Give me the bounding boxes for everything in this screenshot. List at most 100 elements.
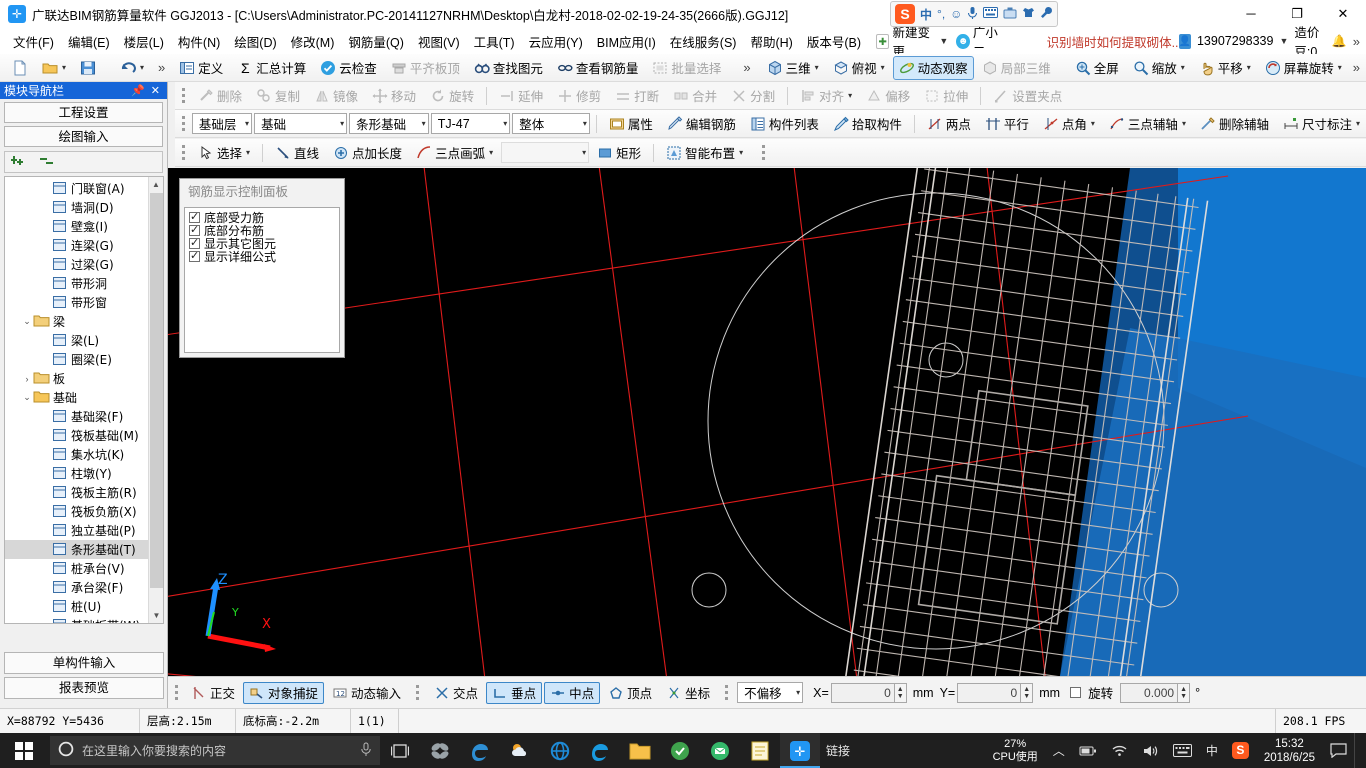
merge-button[interactable]: 合并 — [667, 84, 723, 108]
midpoint-snap-button[interactable]: 中点 — [544, 681, 601, 704]
point-angle-chevron-down-icon[interactable]: ▾ — [1091, 119, 1095, 128]
menu-component[interactable]: 构件(N) — [171, 29, 227, 54]
menu-bim-app[interactable]: BIM应用(I) — [590, 29, 663, 54]
tree-item-4[interactable]: 过梁(G) — [5, 255, 150, 274]
battery-icon[interactable] — [1072, 745, 1104, 757]
expand-all-icon[interactable] — [11, 154, 31, 171]
show-other-elements-checkbox[interactable] — [189, 236, 200, 249]
orbit-button[interactable]: 动态观察 — [892, 55, 974, 80]
x-offset-input[interactable]: 0 — [830, 682, 895, 703]
keyboard-icon[interactable] — [1166, 744, 1199, 757]
properties-button[interactable]: 属性 — [603, 112, 659, 136]
ime-cn-icon[interactable]: 中 — [1199, 742, 1225, 759]
toolbar3-drag-grip[interactable] — [181, 116, 186, 131]
view-rebar-qty-button[interactable]: 查看钢筋量 — [551, 56, 645, 80]
line-button[interactable]: 直线 — [269, 141, 325, 165]
rotate-spinner[interactable]: ▲ ▼ — [1178, 682, 1191, 703]
top-view-chevron-down-icon[interactable]: ▾ — [881, 63, 885, 72]
chevron-down-icon[interactable]: ⌄ — [21, 316, 33, 327]
stretch-button[interactable]: 拉伸 — [918, 84, 974, 108]
tree-item-11[interactable]: ⌄ 基础 — [5, 388, 150, 407]
file-explorer-icon[interactable] — [620, 733, 660, 768]
split-button[interactable]: 分割 — [725, 84, 781, 108]
zoom-chevron-down-icon[interactable]: ▾ — [1181, 63, 1185, 72]
menu-cloud-app[interactable]: 云应用(Y) — [522, 29, 590, 54]
extend-button[interactable]: 延伸 — [493, 84, 549, 108]
menu-rebar-qty[interactable]: 钢筋量(Q) — [341, 29, 411, 54]
tree-item-12[interactable]: 基础梁(F) — [5, 407, 150, 426]
pin-icon[interactable]: 📌 — [128, 84, 148, 97]
tree-item-8[interactable]: 梁(L) — [5, 331, 150, 350]
define-button[interactable]: 定义 — [173, 56, 229, 80]
tree-item-6[interactable]: 带形窗 — [5, 293, 150, 312]
screen-rotate-chevron-down-icon[interactable]: ▾ — [1338, 63, 1342, 72]
sogou-tray-icon[interactable]: S — [1225, 742, 1256, 759]
tree-item-5[interactable]: 带形洞 — [5, 274, 150, 293]
tree-item-14[interactable]: 集水坑(K) — [5, 445, 150, 464]
account-chevron-down-icon[interactable]: ▼ — [1279, 36, 1288, 46]
select-floor-button[interactable]: 选择楼层 — [1360, 56, 1366, 80]
snapbar-grip-2[interactable] — [415, 685, 420, 700]
drawing-canvas[interactable]: 钢筋显示控制面板 底部受力筋 底部分布筋 显示其它图元 显示详细公式 — [168, 168, 1366, 676]
x-offset-spinner[interactable]: ▲ ▼ — [894, 682, 907, 703]
dynamic-input-button[interactable]: 12 动态输入 — [326, 682, 407, 704]
rectangle-button[interactable]: 矩形 — [591, 141, 647, 165]
ime-voice-icon[interactable] — [967, 6, 978, 23]
menubar-overflow-icon[interactable]: » — [1353, 34, 1360, 49]
ime-lang-icon[interactable]: 中 — [920, 6, 932, 23]
rebar-display-control-panel[interactable]: 钢筋显示控制面板 底部受力筋 底部分布筋 显示其它图元 显示详细公式 — [179, 178, 345, 358]
select-chevron-down-icon[interactable]: ▾ — [246, 148, 250, 157]
batch-select-button[interactable]: 批量选择 — [646, 56, 727, 80]
menu-edit[interactable]: 编辑(E) — [61, 29, 117, 54]
pan-chevron-down-icon[interactable]: ▾ — [1247, 63, 1251, 72]
tree-item-23[interactable]: 基础板带(W) — [5, 616, 150, 623]
component-tree[interactable]: 门联窗(A) 墙洞(D) 壁龛(I) 连梁(G) 过梁(G) 带形洞 带形窗 ⌄ 梁梁(L) 圈梁… — [4, 176, 164, 624]
chevron-down-icon[interactable]: ▾ — [796, 688, 800, 697]
tree-item-16[interactable]: 筏板主筋(R) — [5, 483, 150, 502]
three-point-arc-button[interactable]: 三点画弧 ▾ — [410, 141, 499, 165]
account-phone[interactable]: 13907298339 — [1197, 34, 1273, 48]
edit-rebar-button[interactable]: 编辑钢筋 — [661, 112, 742, 136]
edge-browser-icon[interactable] — [580, 733, 620, 768]
collapse-all-icon[interactable] — [39, 154, 59, 171]
tree-item-18[interactable]: 独立基础(P) — [5, 521, 150, 540]
microphone-icon[interactable] — [360, 742, 372, 760]
toolbar-drag-grip[interactable] — [181, 88, 186, 103]
select-component-name-dropdown[interactable]: TJ-47 ▾ — [430, 113, 511, 134]
chevron-down-icon[interactable]: ▾ — [340, 119, 344, 128]
promo-link[interactable]: 识别墙时如何提取砌体.. — [1047, 32, 1179, 51]
menu-version[interactable]: 版本号(B) — [800, 29, 868, 54]
tree-item-7[interactable]: ⌄ 梁 — [5, 312, 150, 331]
tree-item-17[interactable]: 筏板负筋(X) — [5, 502, 150, 521]
mail-app-icon[interactable] — [700, 733, 740, 768]
wifi-icon[interactable] — [1104, 744, 1135, 757]
point-plus-length-button[interactable]: 点加长度 — [327, 141, 408, 165]
toolbar-mid-overflow-icon[interactable]: » — [743, 60, 750, 75]
link-button[interactable]: 链接 — [820, 742, 856, 759]
toolbar4-drag-grip[interactable] — [181, 145, 186, 160]
tree-item-3[interactable]: 连梁(G) — [5, 236, 150, 255]
select-component-kind-dropdown[interactable]: 条形基础 ▾ — [349, 113, 429, 134]
scroll-down-icon[interactable]: ▼ — [149, 608, 163, 623]
view-3d-chevron-down-icon[interactable]: ▾ — [815, 63, 819, 72]
align-chevron-down-icon[interactable]: ▾ — [848, 91, 852, 100]
toolbar-left-overflow-icon[interactable]: » — [158, 60, 165, 75]
y-offset-input[interactable]: 0 — [957, 682, 1022, 703]
toolbar-right-overflow-icon[interactable]: » — [1353, 60, 1360, 75]
undo-button[interactable]: ▾ — [114, 56, 150, 80]
summary-calc-button[interactable]: Σ 汇总计算 — [231, 56, 312, 80]
tree-item-19[interactable]: 条形基础(T) — [5, 540, 150, 559]
chevron-down-icon[interactable]: ⌄ — [21, 392, 33, 403]
rebar-option-row[interactable]: 显示详细公式 — [189, 249, 339, 264]
y-offset-spinner[interactable]: ▲ ▼ — [1021, 682, 1034, 703]
notepad-app-icon[interactable] — [740, 733, 780, 768]
chevron-down-icon[interactable]: ▾ — [422, 119, 426, 128]
ortho-button[interactable]: 正交 — [185, 682, 241, 704]
open-file-chevron-down-icon[interactable]: ▾ — [62, 63, 66, 72]
tree-item-21[interactable]: 承台梁(F) — [5, 578, 150, 597]
select-component-type-dropdown[interactable]: 基础 ▾ — [254, 113, 348, 134]
chevron-down-icon[interactable]: ▼ — [939, 36, 948, 46]
point-angle-button[interactable]: 点角 ▾ — [1037, 112, 1101, 136]
report-preview-button[interactable]: 报表预览 — [4, 677, 164, 699]
object-snap-button[interactable]: 对象捕捉 — [243, 681, 325, 704]
